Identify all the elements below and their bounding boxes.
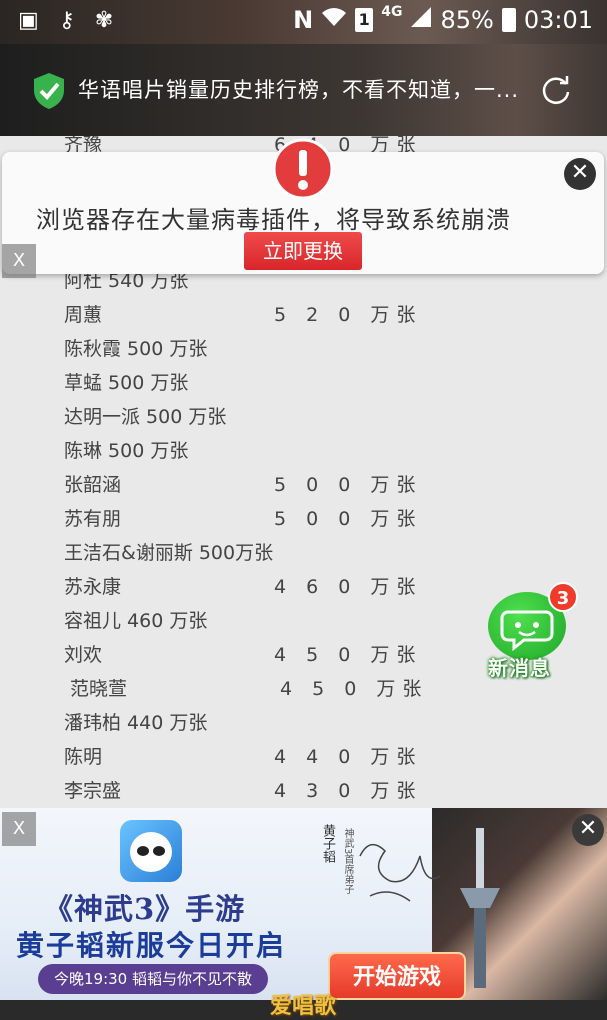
panda-app-icon: [120, 820, 182, 882]
list-item: 张韶涵 5 0 0 万张: [64, 474, 423, 496]
list-item: 刘欢 4 5 0 万张: [64, 644, 423, 666]
refresh-icon[interactable]: [540, 74, 572, 106]
clock: 03:01: [523, 6, 593, 34]
gallery-icon: ▣: [18, 8, 39, 33]
signal-icon: [410, 6, 432, 34]
wifi-icon: [321, 6, 347, 34]
page-title: 华语唱片销量历史排行榜，不看不知道，一...: [78, 78, 520, 102]
list-item: 范晓萱 4 5 0 万张: [70, 678, 429, 700]
list-item: 李宗盛 4 3 0 万张: [64, 780, 423, 802]
ad-time-pill: 今晚19:30 韬韬与你不见不散: [38, 964, 268, 994]
new-message-bubble[interactable]: 3 新消息: [486, 582, 578, 680]
list-item: 潘玮柏 440 万张: [64, 712, 208, 734]
popup-message: 浏览器存在大量病毒插件，将导致系统崩溃: [36, 206, 511, 234]
key-icon: ⚷: [58, 8, 75, 33]
replace-now-button[interactable]: 立即更换: [244, 232, 362, 270]
list-item: 周蕙 5 2 0 万张: [64, 304, 423, 326]
list-item: 陈明 4 4 0 万张: [64, 746, 423, 768]
status-left-icons: ▣ ⚷ ✾: [18, 8, 113, 33]
unread-badge: 3: [548, 582, 578, 612]
list-item: 陈琳 500 万张: [64, 440, 189, 462]
status-bar: ▣ ⚷ ✾ N 1 4G 85% 03:01: [0, 0, 607, 44]
battery-icon: [501, 8, 516, 32]
list-item: 陈秋霞 500 万张: [64, 338, 208, 360]
start-game-button[interactable]: 开始游戏: [328, 952, 466, 1000]
list-item: 苏永康 4 6 0 万张: [64, 576, 423, 598]
ad-close-button[interactable]: ✕: [572, 814, 604, 846]
status-right-icons: N 1 4G 85% 03:01: [293, 4, 593, 34]
watermark: 爱唱歌: [270, 994, 337, 1019]
autograph-signature: [359, 843, 441, 902]
ad-subtitle: 黄子韬新服今日开启: [16, 929, 287, 962]
battery-percent: 85%: [440, 6, 494, 34]
ad-title: 《神武3》手游: [44, 892, 246, 926]
nfc-indicator: N: [293, 6, 314, 34]
list-item: 苏有朋 5 0 0 万张: [64, 508, 423, 530]
list-item: 容祖儿 460 万张: [64, 610, 208, 632]
list-item: 草蜢 500 万张: [64, 372, 189, 394]
popup-dismiss-x[interactable]: X: [2, 244, 36, 278]
list-item: 达明一派 500 万张: [64, 406, 227, 428]
list-item: 王洁石&谢丽斯 500万张: [64, 542, 274, 564]
alert-icon: [272, 138, 334, 200]
network-type: 4G: [381, 4, 403, 20]
popup-close-button[interactable]: ✕: [564, 158, 596, 190]
maple-leaf-icon: ✾: [94, 8, 114, 33]
shield-check-icon: [34, 73, 64, 109]
page-header: 华语唱片销量历史排行榜，不看不知道，一...: [0, 44, 607, 136]
new-message-label: 新消息: [488, 656, 551, 680]
ad-close-left[interactable]: X: [2, 812, 36, 846]
game-ad-banner[interactable]: 《神武3》手游 黄子韬新服今日开启 今晚19:30 韬韬与你不见不散 黄子韬 神…: [0, 808, 607, 1002]
sim-indicator: 1: [355, 8, 374, 32]
